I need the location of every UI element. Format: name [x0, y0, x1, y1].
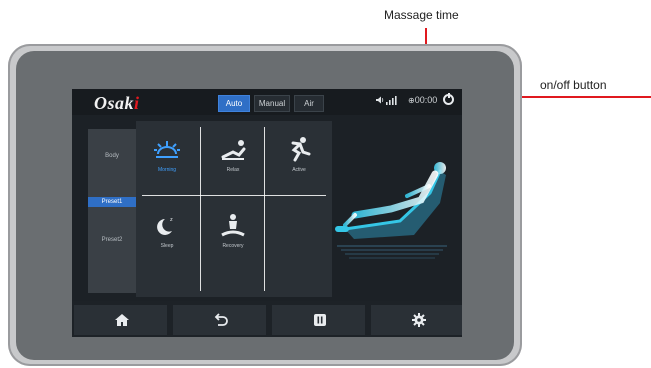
program-label-morning: Morning — [157, 167, 177, 173]
back-button[interactable] — [173, 305, 266, 335]
relax-icon — [221, 140, 246, 160]
bottom-nav — [72, 301, 462, 337]
program-recovery[interactable]: Recovery — [202, 197, 264, 267]
program-sleep[interactable]: z Sleep — [136, 197, 198, 267]
power-callout-label: on/off button — [540, 78, 607, 92]
power-icon[interactable] — [443, 93, 454, 105]
program-morning[interactable]: Morning — [136, 121, 198, 191]
program-label-relax: Relax — [226, 167, 240, 173]
massage-timer: ⊕00:00 — [408, 95, 437, 105]
program-relax[interactable]: Relax — [202, 121, 264, 191]
brand-logo: Osaki — [94, 93, 140, 114]
pause-button[interactable] — [272, 305, 365, 335]
meditation-icon — [221, 214, 245, 237]
mode-auto-button[interactable]: Auto — [218, 95, 250, 112]
tablet-bezel: Osaki Auto Manual Air ⊕00:00 Body Preset… — [16, 51, 514, 360]
mode-manual-button[interactable]: Manual — [254, 95, 290, 112]
home-icon — [115, 314, 129, 326]
logo-accent: i — [134, 93, 140, 113]
settings-button[interactable] — [371, 305, 462, 335]
program-grid: Morning Relax Active z Sleep Recovery — [136, 121, 332, 297]
home-button[interactable] — [74, 305, 167, 335]
grid-divider-vertical-1 — [200, 127, 201, 291]
logo-text: Osak — [94, 93, 135, 113]
moon-icon: z — [157, 217, 173, 235]
massage-chair-illustration — [335, 162, 447, 259]
preset-sidebar: Body Preset1 Preset2 — [88, 129, 136, 293]
sunrise-icon — [154, 141, 180, 158]
speaker-icon — [375, 95, 385, 107]
top-bar: Osaki Auto Manual Air ⊕00:00 — [72, 89, 462, 115]
pause-icon — [314, 314, 326, 326]
signal-bars-icon — [386, 95, 398, 107]
clock-icon: ⊕ — [408, 96, 415, 105]
program-label-recovery: Recovery — [222, 243, 244, 249]
grid-divider-horizontal — [142, 195, 326, 196]
massage-time-callout-label: Massage time — [384, 8, 459, 22]
program-label-sleep: Sleep — [160, 243, 174, 249]
massage-time-value: 00:00 — [414, 95, 438, 105]
grid-divider-vertical-2 — [264, 127, 265, 291]
tablet-frame: Osaki Auto Manual Air ⊕00:00 Body Preset… — [8, 44, 522, 366]
sidebar-item-preset2[interactable]: Preset2 — [88, 237, 136, 243]
program-label-active: Active — [292, 167, 306, 173]
control-screen: Osaki Auto Manual Air ⊕00:00 Body Preset… — [72, 89, 462, 337]
program-active[interactable]: Active — [268, 121, 330, 191]
runner-icon — [291, 137, 311, 162]
svg-text:z: z — [170, 217, 173, 223]
mode-air-button[interactable]: Air — [294, 95, 324, 112]
sidebar-item-preset1[interactable]: Preset1 — [88, 197, 136, 207]
back-arrow-icon — [214, 313, 228, 326]
sidebar-item-body[interactable]: Body — [88, 153, 136, 159]
gear-icon — [412, 313, 426, 327]
